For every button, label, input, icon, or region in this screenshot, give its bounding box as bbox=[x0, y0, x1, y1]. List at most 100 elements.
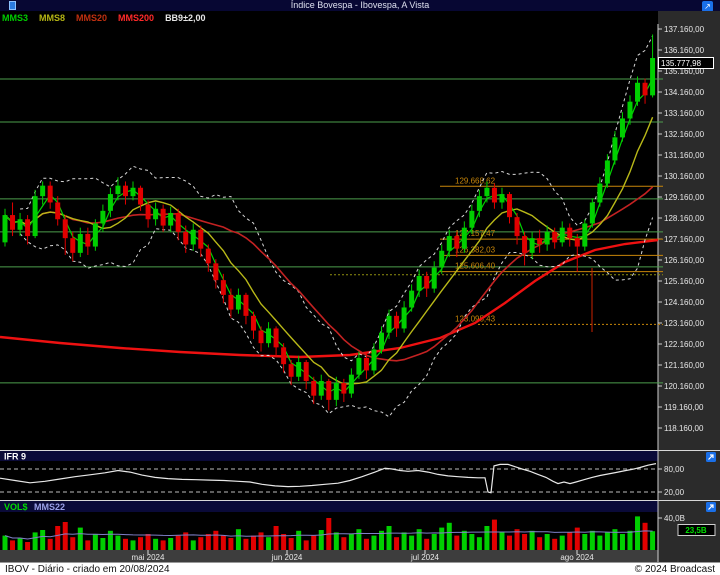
candle bbox=[273, 326, 279, 356]
candle bbox=[582, 219, 588, 251]
svg-text:128.160,00: 128.160,00 bbox=[664, 214, 705, 223]
svg-text:132.160,00: 132.160,00 bbox=[664, 130, 705, 139]
candle bbox=[604, 154, 610, 188]
status-bar: IBOV - Diário - criado em 20/08/2024 © 2… bbox=[0, 562, 720, 575]
candle bbox=[122, 181, 128, 205]
trading-app-window: Índice Bovespa - Ibovespa, A Vista ↗ MMS… bbox=[0, 0, 720, 575]
svg-text:40,0B: 40,0B bbox=[664, 514, 685, 523]
svg-text:127.160,00: 127.160,00 bbox=[664, 235, 705, 244]
chart-canvas[interactable]: mai 2024 jun 2024 jul 2024 ago 2024 IFR 9 VOL… bbox=[0, 24, 720, 562]
price-axis: 137.160,00136.160,00135.160,00134.160,00… bbox=[657, 24, 705, 562]
candle bbox=[431, 261, 437, 293]
svg-text:jun 2024: jun 2024 bbox=[271, 553, 303, 562]
candle bbox=[650, 34, 656, 98]
candle bbox=[544, 225, 550, 251]
candle bbox=[153, 202, 159, 226]
candle bbox=[514, 212, 520, 245]
candle bbox=[491, 183, 497, 209]
title-bar: Índice Bovespa - Ibovespa, A Vista ↗ bbox=[0, 0, 720, 12]
candle bbox=[190, 223, 196, 251]
candle bbox=[642, 78, 648, 104]
bollinger-bands bbox=[19, 35, 654, 418]
svg-text:23,5B: 23,5B bbox=[685, 526, 707, 535]
candle bbox=[92, 219, 98, 251]
candle bbox=[213, 259, 219, 289]
svg-text:133.160,00: 133.160,00 bbox=[664, 109, 705, 118]
price-level-label: 127.157,47 bbox=[455, 229, 496, 238]
ifr-panel: 80,00 20,00 bbox=[0, 463, 685, 497]
svg-text:118.160,00: 118.160,00 bbox=[664, 424, 704, 433]
volume-panel-title: VOL$ bbox=[4, 502, 28, 512]
candle bbox=[198, 225, 204, 258]
candle bbox=[32, 189, 38, 239]
svg-text:131.160,00: 131.160,00 bbox=[664, 151, 705, 160]
candle bbox=[168, 206, 174, 232]
candle bbox=[567, 223, 573, 247]
candle bbox=[348, 368, 354, 398]
candle bbox=[574, 233, 580, 272]
candle bbox=[476, 189, 482, 218]
candle bbox=[363, 353, 369, 379]
window-title: Índice Bovespa - Ibovespa, A Vista bbox=[290, 0, 430, 10]
candle bbox=[394, 311, 400, 337]
svg-text:mai 2024: mai 2024 bbox=[132, 553, 165, 562]
svg-text:125.160,00: 125.160,00 bbox=[664, 277, 705, 286]
svg-text:122.160,00: 122.160,00 bbox=[664, 340, 705, 349]
candle bbox=[507, 191, 513, 224]
legend-item-mms200[interactable]: MMS200 bbox=[118, 13, 154, 23]
candle bbox=[47, 181, 53, 209]
candle bbox=[589, 198, 595, 228]
status-instrument-info: IBOV - Diário - criado em 20/08/2024 bbox=[5, 563, 170, 575]
candle bbox=[10, 202, 16, 237]
candle bbox=[17, 212, 23, 237]
candle bbox=[401, 301, 407, 333]
svg-text:130.160,00: 130.160,00 bbox=[664, 172, 705, 181]
candle bbox=[446, 229, 452, 258]
candle bbox=[145, 200, 151, 228]
candle bbox=[130, 181, 136, 201]
svg-text:120.160,00: 120.160,00 bbox=[664, 382, 705, 391]
month-axis: mai 2024 jun 2024 jul 2024 ago 2024 bbox=[0, 550, 658, 562]
candle bbox=[356, 351, 362, 379]
candle bbox=[175, 208, 181, 241]
legend-item-mms8[interactable]: MMS8 bbox=[39, 13, 65, 23]
candle bbox=[258, 326, 264, 352]
candle bbox=[386, 309, 392, 339]
candle bbox=[619, 112, 625, 142]
volume-layer: 40,0B23,5B bbox=[2, 514, 716, 550]
svg-text:134.160,00: 134.160,00 bbox=[664, 88, 705, 97]
mms8-line bbox=[4, 116, 654, 385]
svg-text:135.777,98: 135.777,98 bbox=[661, 59, 702, 68]
candle bbox=[220, 273, 226, 304]
candle bbox=[409, 284, 415, 312]
candle bbox=[612, 131, 618, 165]
svg-text:20,00: 20,00 bbox=[664, 488, 685, 497]
candle bbox=[499, 187, 505, 209]
candle bbox=[439, 244, 445, 274]
svg-text:136.160,00: 136.160,00 bbox=[664, 46, 705, 55]
mms200-line bbox=[0, 238, 659, 359]
svg-text:ago 2024: ago 2024 bbox=[560, 553, 594, 562]
candle bbox=[296, 355, 302, 381]
candle bbox=[559, 221, 565, 247]
candle bbox=[341, 378, 347, 402]
candle bbox=[250, 311, 256, 339]
popout-icon-volume[interactable] bbox=[706, 502, 716, 512]
indicator-legend: MMS3 MMS8 MMS20 MMS200 BB9±2,00 bbox=[0, 11, 660, 24]
svg-text:124.160,00: 124.160,00 bbox=[664, 298, 705, 307]
candle bbox=[235, 288, 241, 314]
popout-icon-ifr[interactable] bbox=[706, 452, 716, 462]
candle bbox=[205, 244, 211, 272]
candle bbox=[461, 221, 467, 253]
svg-text:137.160,00: 137.160,00 bbox=[664, 25, 705, 34]
legend-item-mms20[interactable]: MMS20 bbox=[76, 13, 107, 23]
candle bbox=[70, 231, 76, 262]
candle bbox=[160, 204, 166, 232]
legend-item-mms3[interactable]: MMS3 bbox=[2, 13, 28, 23]
svg-text:121.160,00: 121.160,00 bbox=[664, 361, 705, 370]
status-copyright: © 2024 Broadcast bbox=[634, 563, 715, 575]
candle bbox=[303, 359, 309, 390]
legend-item-bb9200[interactable]: BB9±2,00 bbox=[165, 13, 205, 23]
candle bbox=[424, 271, 430, 297]
volume-ma-label: MMS22 bbox=[34, 502, 65, 512]
